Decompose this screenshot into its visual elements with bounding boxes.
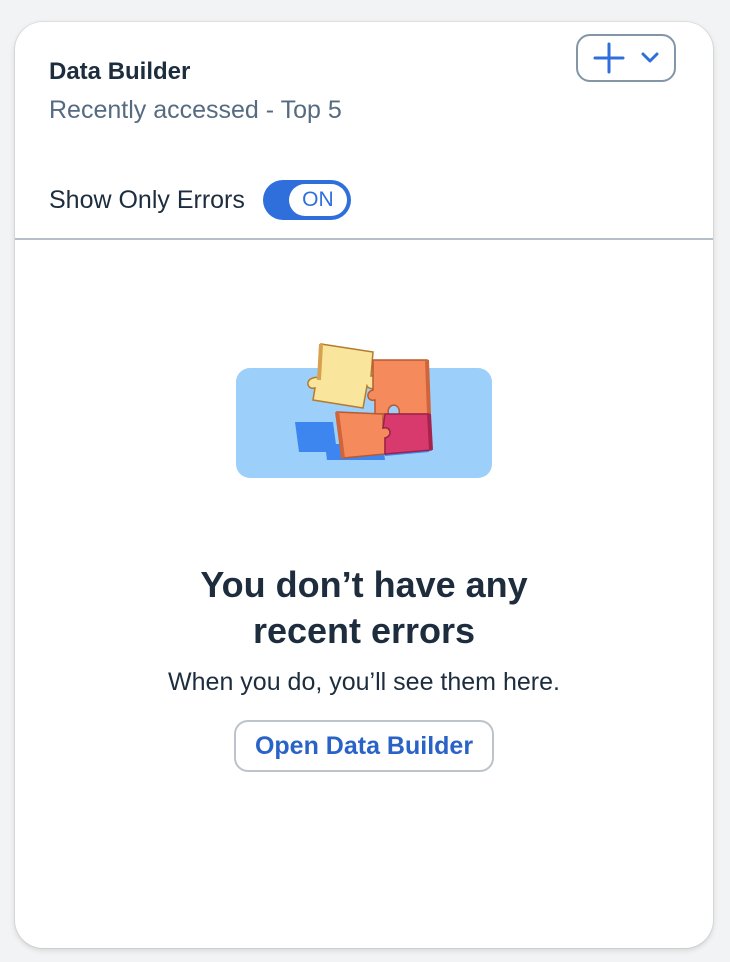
card-header: Data Builder Recently accessed - Top 5 S… <box>15 22 713 240</box>
show-only-errors-row: Show Only Errors ON <box>49 180 351 220</box>
chevron-down-icon <box>640 51 660 65</box>
puzzle-pieces-illustration <box>233 340 495 480</box>
data-builder-card: Data Builder Recently accessed - Top 5 S… <box>15 22 713 948</box>
empty-state-title-line2: recent errors <box>252 610 476 651</box>
empty-state-description: When you do, you’ll see them here. <box>168 668 560 696</box>
empty-state-title-line1: You don’t have any <box>200 564 528 605</box>
show-only-errors-label: Show Only Errors <box>49 185 245 214</box>
add-menu-button[interactable] <box>576 34 676 82</box>
switch-state-text: ON <box>288 184 347 216</box>
show-only-errors-switch[interactable]: ON <box>262 180 351 220</box>
card-subtitle: Recently accessed - Top 5 <box>49 96 342 124</box>
card-title: Data Builder <box>49 58 191 85</box>
empty-state-title: You don’t have any recent errors <box>15 562 713 654</box>
open-data-builder-button[interactable]: Open Data Builder <box>234 720 494 772</box>
plus-icon <box>592 41 626 75</box>
